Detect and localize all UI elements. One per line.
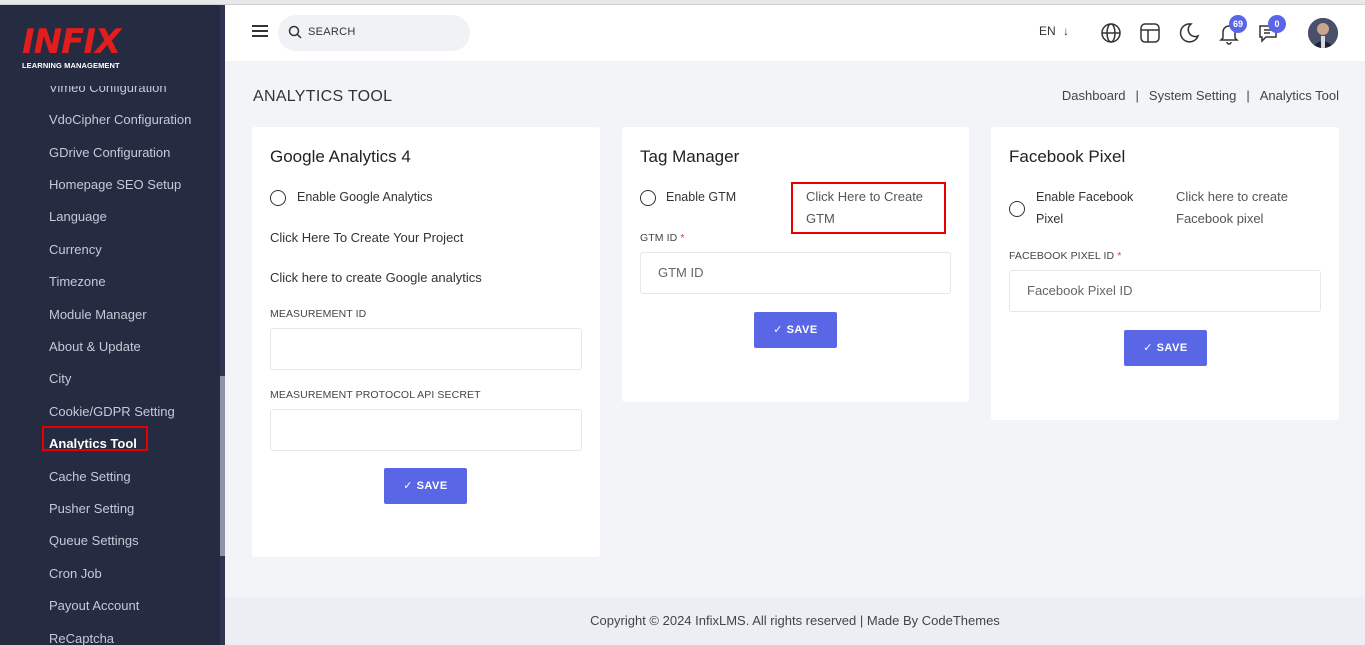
create-fb-line1: Click here to create (1176, 189, 1288, 204)
sidebar-item-recaptcha[interactable]: ReCaptcha (49, 631, 114, 645)
gtm-id-label: GTM ID * (640, 232, 685, 244)
save-label: SAVE (416, 480, 448, 492)
menu-toggle-icon[interactable] (252, 25, 268, 38)
breadcrumb: Dashboard | System Setting | Analytics Tool (1062, 88, 1339, 103)
sidebar-item-about-update[interactable]: About & Update (49, 339, 141, 354)
sidebar-item-payout-account[interactable]: Payout Account (49, 598, 139, 613)
enable-fb-line1: Enable Facebook (1036, 190, 1134, 204)
sidebar-item-language[interactable]: Language (49, 209, 107, 224)
sidebar-item-timezone[interactable]: Timezone (49, 274, 106, 289)
sidebar-item-currency[interactable]: Currency (49, 242, 102, 257)
page-title: ANALYTICS TOOL (253, 88, 393, 105)
sidebar-item-queue-settings[interactable]: Queue Settings (49, 533, 139, 548)
gtm-save-button[interactable]: ✓ SAVE (754, 312, 837, 348)
sidebar-item-cron-job[interactable]: Cron Job (49, 566, 102, 581)
create-facebook-pixel-link[interactable]: Click here to create Facebook pixel (1176, 186, 1288, 230)
required-mark: * (1117, 250, 1122, 262)
gtm-id-input[interactable]: GTM ID (640, 252, 951, 294)
enable-gtm-label[interactable]: Enable GTM (666, 190, 736, 204)
gtm-link-highlight (791, 182, 946, 234)
user-avatar[interactable] (1308, 18, 1338, 48)
search-icon (288, 25, 302, 39)
check-icon: ✓ (1143, 342, 1157, 354)
fb-pixel-label-text: FACEBOOK PIXEL ID (1009, 250, 1115, 262)
check-icon: ✓ (773, 324, 787, 336)
language-label: EN (1039, 24, 1056, 38)
enable-fb-line2: Pixel (1036, 212, 1064, 226)
breadcrumb-separator: | (1135, 88, 1139, 103)
active-item-highlight (42, 426, 148, 451)
enable-facebook-pixel-radio[interactable] (1009, 201, 1025, 217)
tag-manager-card: Tag Manager Enable GTM Click Here to Cre… (622, 127, 969, 402)
enable-google-analytics-label[interactable]: Enable Google Analytics (297, 190, 433, 204)
breadcrumb-system-setting[interactable]: System Setting (1149, 88, 1236, 103)
sidebar: INFIX LEARNING MANAGEMENT Vimeo Configur… (0, 5, 225, 645)
search-input[interactable]: SEARCH (278, 15, 470, 51)
measurement-id-label: MEASUREMENT ID (270, 308, 367, 320)
breadcrumb-dashboard[interactable]: Dashboard (1062, 88, 1126, 103)
gtm-id-label-text: GTM ID (640, 232, 678, 244)
copyright-text: Copyright © 2024 InfixLMS. All rights re… (590, 613, 1000, 628)
top-header: SEARCH EN ↓ 69 0 (225, 5, 1365, 61)
fb-save-button[interactable]: ✓ SAVE (1124, 330, 1207, 366)
required-mark: * (680, 232, 685, 244)
sidebar-item-vdocipher-configuration[interactable]: VdoCipher Configuration (49, 112, 191, 127)
avatar-image (1308, 18, 1338, 48)
facebook-pixel-card: Facebook Pixel Enable Facebook Pixel Clic… (991, 127, 1339, 420)
sidebar-item-module-manager[interactable]: Module Manager (49, 307, 147, 322)
dark-mode-moon-icon[interactable] (1177, 21, 1201, 45)
facebook-pixel-id-input[interactable]: Facebook Pixel ID (1009, 270, 1321, 312)
arrow-down-icon: ↓ (1063, 24, 1070, 38)
sidebar-item-cache-setting[interactable]: Cache Setting (49, 469, 131, 484)
breadcrumb-analytics-tool: Analytics Tool (1259, 88, 1339, 103)
create-fb-line2: Facebook pixel (1176, 211, 1264, 226)
check-icon: ✓ (403, 480, 417, 492)
measurement-id-input[interactable] (270, 328, 582, 370)
logo-tagline: LEARNING MANAGEMENT (22, 61, 120, 70)
logo-text: INFIX (22, 22, 121, 62)
save-label: SAVE (1156, 342, 1188, 354)
globe-icon[interactable] (1099, 21, 1123, 45)
message-count-badge: 0 (1268, 15, 1286, 33)
sidebar-item-homepage-seo-setup[interactable]: Homepage SEO Setup (49, 177, 181, 192)
sidebar-item-gdrive-configuration[interactable]: GDrive Configuration (49, 145, 170, 160)
create-google-analytics-link[interactable]: Click here to create Google analytics (270, 270, 482, 285)
footer: Copyright © 2024 InfixLMS. All rights re… (225, 597, 1365, 645)
sidebar-item-cookie-gdpr-setting[interactable]: Cookie/GDPR Setting (49, 404, 175, 419)
ga-save-button[interactable]: ✓ SAVE (384, 468, 467, 504)
card-title: Facebook Pixel (1009, 147, 1126, 166)
sidebar-item-city[interactable]: City (49, 371, 71, 386)
enable-google-analytics-radio[interactable] (270, 190, 286, 206)
sidebar-item-vimeo-configuration[interactable]: Vimeo Configuration (49, 86, 167, 95)
card-title: Google Analytics 4 (270, 147, 411, 166)
sidebar-scrollbar-thumb[interactable] (220, 376, 225, 556)
enable-facebook-pixel-label[interactable]: Enable Facebook Pixel (1036, 186, 1133, 230)
api-secret-label: MEASUREMENT PROTOCOL API SECRET (270, 389, 481, 401)
breadcrumb-separator: | (1246, 88, 1250, 103)
search-placeholder: SEARCH (308, 26, 356, 38)
save-label: SAVE (786, 324, 818, 336)
sidebar-item-pusher-setting[interactable]: Pusher Setting (49, 501, 134, 516)
create-project-link[interactable]: Click Here To Create Your Project (270, 230, 463, 245)
logo[interactable]: INFIX LEARNING MANAGEMENT (22, 25, 152, 75)
card-title: Tag Manager (640, 147, 740, 166)
layout-icon[interactable] (1138, 21, 1162, 45)
facebook-pixel-id-label: FACEBOOK PIXEL ID * (1009, 250, 1121, 262)
language-selector[interactable]: EN ↓ (1039, 24, 1069, 38)
notification-count-badge: 69 (1229, 15, 1247, 33)
google-analytics-card: Google Analytics 4 Enable Google Analyti… (252, 127, 600, 557)
api-secret-input[interactable] (270, 409, 582, 451)
enable-gtm-radio[interactable] (640, 190, 656, 206)
